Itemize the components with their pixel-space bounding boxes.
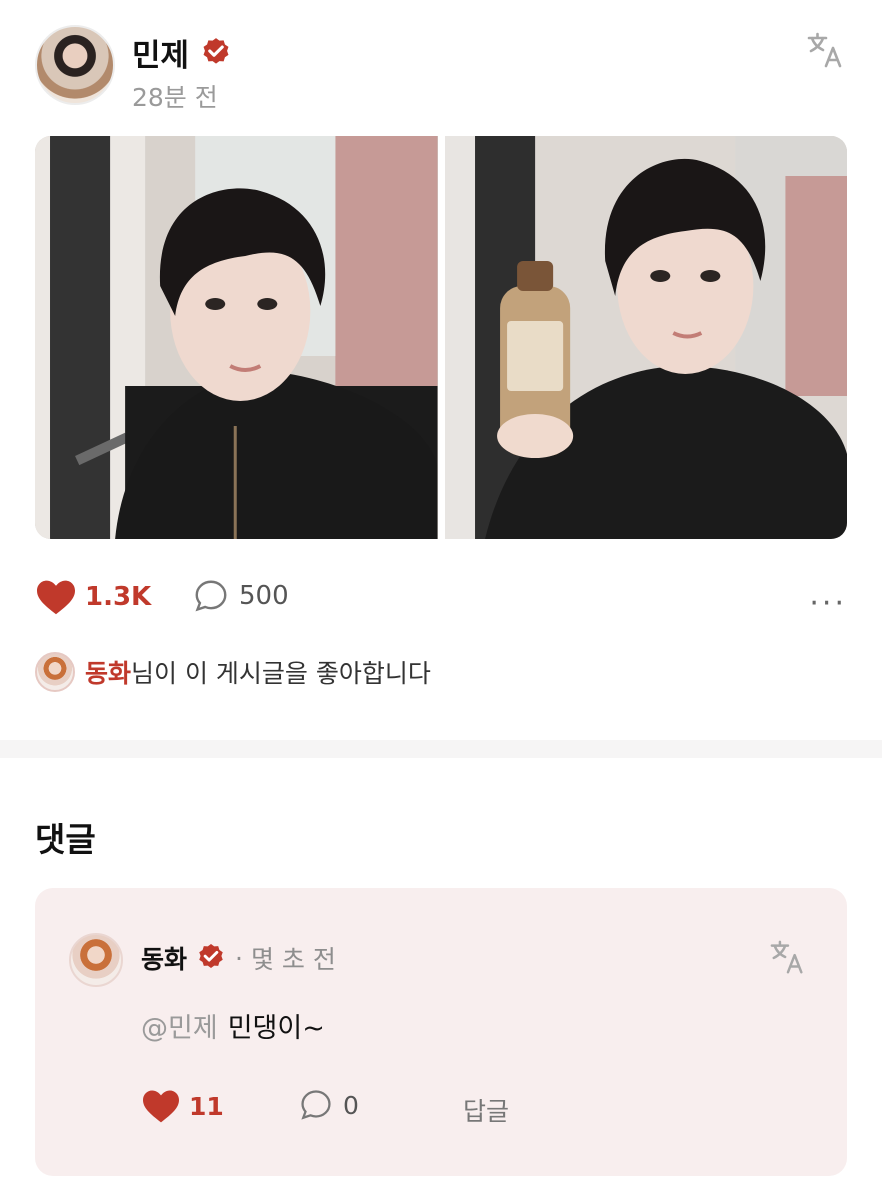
post-photos bbox=[35, 136, 847, 539]
comments-heading: 댓글 bbox=[35, 820, 96, 859]
comment-like-count: 11 bbox=[189, 1091, 224, 1121]
liked-by-row: 동화님이 이 게시글을 좋아합니다 bbox=[35, 652, 431, 692]
comment-button[interactable]: 500 bbox=[193, 578, 289, 614]
selfie-illustration bbox=[35, 136, 438, 539]
liker-avatar[interactable] bbox=[35, 652, 75, 692]
comment-body: @민제 민댕이~ bbox=[141, 1006, 325, 1045]
post-time: 28분 전 bbox=[132, 83, 218, 112]
section-divider bbox=[0, 740, 882, 758]
author-avatar[interactable] bbox=[35, 25, 115, 105]
like-button[interactable]: 1.3K bbox=[35, 578, 151, 616]
liked-by-suffix: 님이 이 게시글을 좋아합니다 bbox=[131, 659, 431, 688]
heart-icon bbox=[143, 1090, 179, 1123]
comment-card: 동화 · 몇 초 전 @민제 민댕이~ 11 0 답글 bbox=[35, 888, 847, 1176]
author-name[interactable]: 민제 bbox=[132, 30, 189, 75]
comment-text: 민댕이~ bbox=[227, 1013, 325, 1044]
comment-reply-count: 0 bbox=[343, 1090, 359, 1120]
comment-like-button[interactable]: 11 bbox=[141, 1088, 224, 1124]
more-options-button[interactable]: ··· bbox=[809, 586, 847, 621]
selfie-with-bottle-illustration bbox=[444, 136, 847, 539]
comment-author-avatar[interactable] bbox=[69, 933, 123, 987]
comment-reply-count-button[interactable]: 0 bbox=[299, 1088, 359, 1122]
comment-author-name[interactable]: 동화 bbox=[141, 940, 187, 976]
liked-by-text: 동화님이 이 게시글을 좋아합니다 bbox=[85, 654, 431, 690]
author-row: 민제 bbox=[132, 30, 233, 75]
comment-bubble-icon bbox=[301, 1090, 331, 1120]
translate-icon[interactable] bbox=[806, 30, 846, 70]
post-actions: 1.3K 500 ··· bbox=[35, 578, 847, 624]
verified-badge-icon bbox=[203, 37, 229, 64]
comment-actions: 11 0 답글 bbox=[141, 1088, 541, 1130]
comment-separator: · bbox=[235, 943, 243, 973]
comment-count: 500 bbox=[239, 581, 289, 611]
post-header: 민제 28분 전 bbox=[0, 0, 882, 130]
comment-header: 동화 · 몇 초 전 bbox=[141, 940, 336, 976]
verified-badge-icon bbox=[199, 944, 223, 968]
post-photo-2[interactable] bbox=[444, 136, 847, 539]
reply-button[interactable]: 답글 bbox=[463, 1092, 509, 1128]
comment-translate-icon[interactable] bbox=[769, 938, 807, 976]
heart-icon bbox=[37, 580, 75, 615]
comment-time: 몇 초 전 bbox=[250, 945, 336, 974]
comment-bubble-icon bbox=[195, 580, 227, 612]
post-photo-1[interactable] bbox=[35, 136, 438, 539]
like-count: 1.3K bbox=[85, 582, 152, 612]
liker-name[interactable]: 동화 bbox=[85, 659, 131, 688]
comment-mention[interactable]: @민제 bbox=[141, 1006, 218, 1045]
